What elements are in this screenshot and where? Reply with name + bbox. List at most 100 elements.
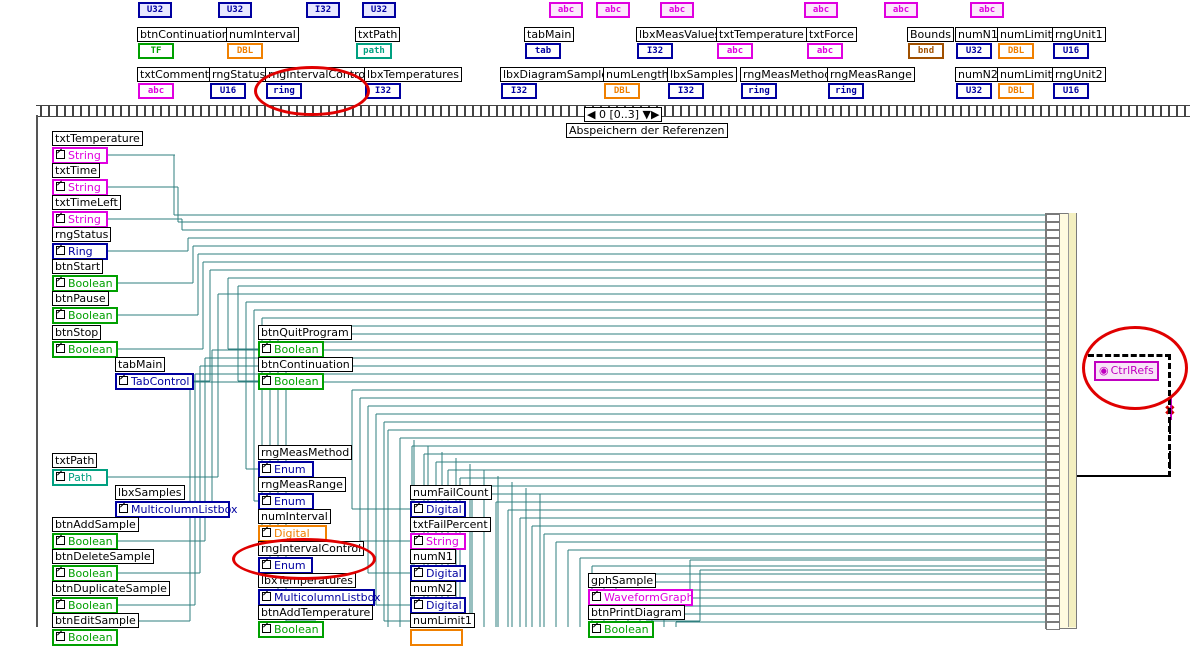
bundle-input-slot bbox=[1046, 262, 1060, 270]
control-label: rngMeasMethod bbox=[740, 67, 835, 82]
bundle-input-slot bbox=[1046, 598, 1060, 606]
sequence-selector[interactable]: ◀ 0 [0..3] ▼▶ bbox=[584, 107, 663, 122]
control-terminal[interactable]: DBL bbox=[998, 43, 1034, 59]
reference-type: String bbox=[68, 149, 101, 162]
control-reference-boolean[interactable]: Boolean bbox=[52, 341, 118, 358]
reference-icon bbox=[56, 472, 65, 481]
reference-icon bbox=[414, 504, 423, 513]
control-reference-boolean[interactable]: Boolean bbox=[52, 565, 118, 582]
control-label: numN1 bbox=[955, 27, 1001, 42]
bundle-input-slot bbox=[1046, 614, 1060, 622]
reference-label: txtTimeLeft bbox=[52, 195, 121, 210]
control-terminal[interactable]: DBL bbox=[998, 83, 1034, 99]
top-terminal[interactable]: abc bbox=[660, 2, 694, 18]
bundle-input-slot bbox=[1046, 318, 1060, 326]
bundle-input-slot bbox=[1046, 430, 1060, 438]
control-reference-waveformgraph[interactable]: WaveformGraph bbox=[588, 589, 694, 606]
control-terminal[interactable]: abc bbox=[807, 43, 843, 59]
reference-type: MulticolumnListbox bbox=[274, 591, 381, 604]
reference-type: Boolean bbox=[68, 535, 113, 548]
control-reference-ring[interactable]: Ring bbox=[52, 243, 108, 260]
top-terminal[interactable]: abc bbox=[970, 2, 1004, 18]
bundle-input-slot bbox=[1046, 470, 1060, 478]
control-reference-string[interactable]: String bbox=[52, 147, 108, 164]
bundle-input-slot bbox=[1046, 246, 1060, 254]
bundle-input-slot bbox=[1046, 486, 1060, 494]
bundle-input-slot bbox=[1046, 374, 1060, 382]
top-terminal[interactable]: U32 bbox=[138, 2, 172, 18]
control-terminal[interactable]: U16 bbox=[1053, 83, 1089, 99]
control-reference-partial[interactable] bbox=[410, 629, 463, 646]
control-terminal[interactable]: ring bbox=[828, 83, 864, 99]
control-label: lbxDiagramSamples bbox=[500, 67, 617, 82]
control-terminal[interactable]: U32 bbox=[956, 43, 992, 59]
control-terminal[interactable]: abc bbox=[717, 43, 753, 59]
control-reference-multicolumnlistbox[interactable]: MulticolumnListbox bbox=[258, 589, 381, 606]
control-label: txtPath bbox=[355, 27, 401, 42]
reference-type: Boolean bbox=[68, 631, 113, 644]
control-reference-boolean[interactable]: Boolean bbox=[52, 629, 118, 646]
control-reference-boolean[interactable]: Boolean bbox=[588, 621, 654, 638]
control-terminal[interactable]: I32 bbox=[668, 83, 704, 99]
reference-icon bbox=[56, 278, 65, 287]
top-terminal[interactable]: U32 bbox=[218, 2, 252, 18]
control-reference-digital[interactable]: Digital bbox=[410, 565, 466, 582]
control-reference-boolean[interactable]: Boolean bbox=[52, 597, 118, 614]
control-reference-boolean[interactable]: Boolean bbox=[52, 307, 118, 324]
control-reference-enum[interactable]: Enum bbox=[258, 493, 314, 510]
reference-label: rngMeasMethod bbox=[258, 445, 353, 460]
top-terminal[interactable]: abc bbox=[884, 2, 918, 18]
control-terminal[interactable]: tab bbox=[525, 43, 561, 59]
reference-label: rngStatus bbox=[52, 227, 112, 242]
control-terminal[interactable]: I32 bbox=[501, 83, 537, 99]
reference-icon bbox=[262, 592, 271, 601]
top-terminal[interactable]: abc bbox=[596, 2, 630, 18]
control-terminal[interactable]: DBL bbox=[227, 43, 263, 59]
reference-icon bbox=[262, 464, 271, 473]
bundle-input-slot bbox=[1046, 606, 1060, 614]
control-terminal[interactable]: DBL bbox=[604, 83, 640, 99]
top-terminal[interactable]: abc bbox=[804, 2, 838, 18]
control-reference-enum[interactable]: Enum bbox=[258, 461, 314, 478]
control-reference-digital[interactable]: Digital bbox=[410, 597, 466, 614]
control-terminal[interactable]: I32 bbox=[637, 43, 673, 59]
reference-label: txtFailPercent bbox=[410, 517, 491, 532]
reference-icon bbox=[56, 536, 65, 545]
control-reference-boolean[interactable]: Boolean bbox=[52, 275, 118, 292]
control-reference-string[interactable]: String bbox=[410, 533, 466, 550]
control-terminal[interactable]: TF bbox=[138, 43, 174, 59]
top-terminal[interactable]: abc bbox=[549, 2, 583, 18]
control-reference-boolean[interactable]: Boolean bbox=[258, 373, 324, 390]
control-terminal[interactable]: I32 bbox=[365, 83, 401, 99]
top-terminal[interactable]: U32 bbox=[362, 2, 396, 18]
control-terminal[interactable]: abc bbox=[138, 83, 174, 99]
control-terminal[interactable]: U16 bbox=[210, 83, 246, 99]
control-label: txtForce bbox=[806, 27, 857, 42]
reference-icon bbox=[56, 344, 65, 353]
control-reference-string[interactable]: String bbox=[52, 211, 108, 228]
control-reference-boolean[interactable]: Boolean bbox=[52, 533, 118, 550]
control-terminal[interactable]: ring bbox=[741, 83, 777, 99]
bundle-input-slot bbox=[1046, 294, 1060, 302]
subdiagram-label: Abspeichern der Referenzen bbox=[566, 123, 728, 138]
control-reference-boolean[interactable]: Boolean bbox=[258, 621, 324, 638]
control-reference-string[interactable]: String bbox=[52, 179, 108, 196]
control-reference-path[interactable]: Path bbox=[52, 469, 108, 486]
control-reference-multicolumnlistbox[interactable]: MulticolumnListbox bbox=[115, 501, 238, 518]
control-terminal[interactable]: path bbox=[356, 43, 392, 59]
control-terminal[interactable]: bnd bbox=[908, 43, 944, 59]
control-terminal[interactable]: U32 bbox=[956, 83, 992, 99]
control-label: numInterval bbox=[226, 27, 299, 42]
control-label: numN2 bbox=[955, 67, 1001, 82]
control-terminal[interactable]: U16 bbox=[1053, 43, 1089, 59]
control-reference-tabcontrol[interactable]: TabControl bbox=[115, 373, 194, 390]
reference-label: tabMain bbox=[115, 357, 166, 372]
sequence-frame-left-edge bbox=[36, 115, 38, 627]
control-reference-boolean[interactable]: Boolean bbox=[258, 341, 324, 358]
top-terminal[interactable]: I32 bbox=[306, 2, 340, 18]
bundle-input-slot bbox=[1046, 518, 1060, 526]
reference-icon bbox=[56, 600, 65, 609]
control-reference-digital[interactable]: Digital bbox=[410, 501, 466, 518]
bundle-input-slot bbox=[1046, 254, 1060, 262]
reference-label: numLimit1 bbox=[410, 613, 475, 628]
